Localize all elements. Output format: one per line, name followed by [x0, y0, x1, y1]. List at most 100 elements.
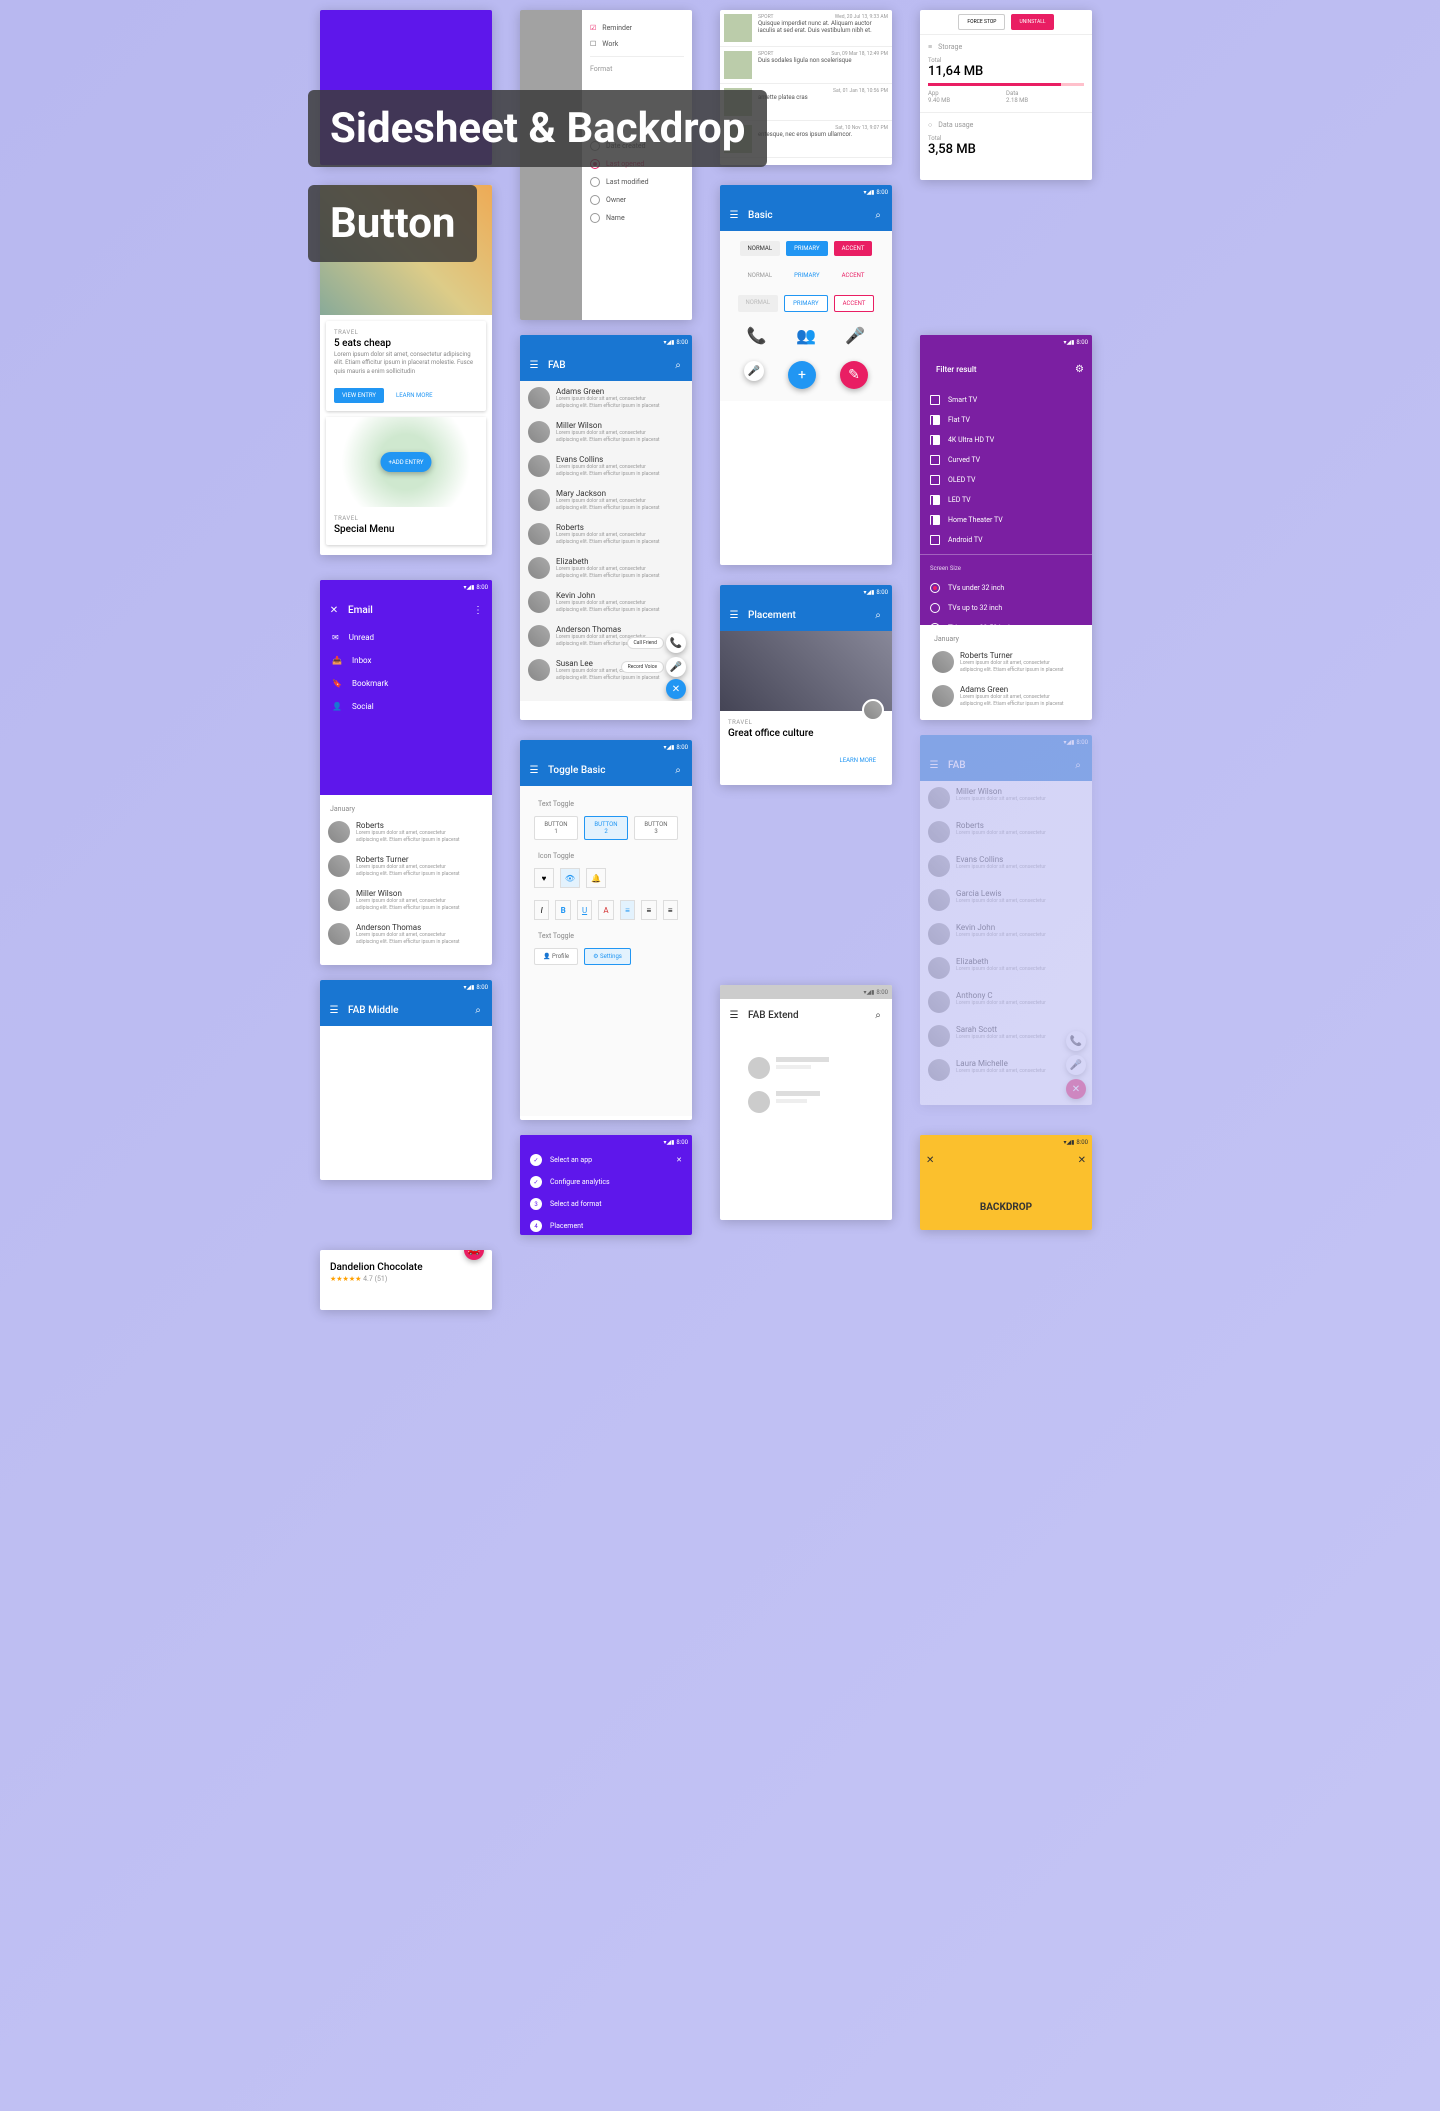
bell-icon[interactable]: 🔔 [586, 868, 606, 888]
contact-item[interactable]: Adams GreenLorem ipsum dolor sit amet, c… [520, 381, 692, 415]
contact-item[interactable]: Kevin JohnLorem ipsum dolor sit amet, co… [520, 585, 692, 619]
primary-outline[interactable]: PRIMARY [784, 295, 827, 312]
filter-tv-item[interactable]: Android TV [920, 530, 1092, 550]
button1[interactable]: BUTTON 1 [534, 816, 578, 840]
contact-item[interactable]: Miller WilsonLorem ipsum dolor sit amet,… [920, 781, 1092, 815]
contact-list[interactable]: Adams GreenLorem ipsum dolor sit amet, c… [520, 381, 692, 701]
nav-inbox[interactable]: 📥 Inbox [320, 649, 492, 672]
more-icon[interactable]: ⋮ [472, 604, 484, 616]
close-icon[interactable]: ✕ [328, 604, 340, 616]
align-left-icon[interactable]: ≡ [620, 900, 635, 920]
call-fab2[interactable]: 📞 [1066, 1031, 1086, 1051]
sort-last-modified[interactable]: Last modified [590, 173, 684, 191]
heart-icon[interactable]: ♥ [534, 868, 554, 888]
primary-btn[interactable]: PRIMARY [786, 241, 827, 256]
step-4[interactable]: 4 Placement [520, 1215, 692, 1235]
accent-outline[interactable]: ACCENT [834, 295, 875, 312]
learn-more-button[interactable]: LEARN MORE [388, 388, 441, 403]
item-work[interactable]: ☐ Work [590, 36, 684, 52]
learn-more-btn[interactable]: LEARN MORE [832, 753, 885, 768]
settings-button[interactable]: ⚙ Settings [584, 948, 631, 965]
bold-icon[interactable]: B [555, 900, 570, 920]
contact-item[interactable]: Miller WilsonLorem ipsum dolor sit amet,… [320, 883, 492, 917]
filter-tv-item[interactable]: Curved TV [920, 450, 1092, 470]
people-icon[interactable]: 👥 [796, 326, 816, 345]
fab-mic[interactable]: 🎤 [744, 361, 764, 381]
accent-text[interactable]: ACCENT [834, 268, 873, 283]
menu-icon[interactable]: ☰ [728, 609, 740, 621]
nav-unread[interactable]: ✉ Unread [320, 626, 492, 649]
search-icon[interactable]: ⌕ [872, 209, 884, 221]
contact-item[interactable]: ElizabethLorem ipsum dolor sit amet, con… [520, 551, 692, 585]
search-icon[interactable]: ⌕ [872, 1009, 884, 1021]
button3[interactable]: BUTTON 3 [634, 816, 678, 840]
search-icon[interactable]: ⌕ [672, 359, 684, 371]
step-3[interactable]: 3 Select ad format [520, 1193, 692, 1215]
align-center-icon[interactable]: ≡ [641, 900, 656, 920]
contact-item[interactable]: Adams GreenLorem ipsum dolor sit amet, c… [924, 679, 1088, 713]
phone-missed-icon[interactable]: 📞 [747, 326, 767, 345]
contact-item[interactable]: Evans CollinsLorem ipsum dolor sit amet,… [920, 849, 1092, 883]
close-fab[interactable]: ✕ [666, 679, 686, 699]
filter-size-item[interactable]: TVs up to 32 inch [920, 598, 1092, 618]
tune-icon[interactable]: ⚙ [1075, 364, 1084, 375]
filter-tv-item[interactable]: OLED TV [920, 470, 1092, 490]
menu-icon[interactable]: ☰ [728, 1009, 740, 1021]
contact-item[interactable]: Laura MichelleLorem ipsum dolor sit amet… [920, 1053, 1092, 1087]
align-right-icon[interactable]: ≡ [663, 900, 678, 920]
filter-tv-item[interactable]: Flat TV [920, 410, 1092, 430]
italic-icon[interactable]: I [534, 900, 549, 920]
force-stop-btn[interactable]: FORCE STOP [958, 14, 1005, 30]
menu-icon[interactable]: ☰ [528, 764, 540, 776]
step-2[interactable]: ✓ Configure analytics [520, 1171, 692, 1193]
contact-item[interactable]: Evans CollinsLorem ipsum dolor sit amet,… [520, 449, 692, 483]
filter-tv-item[interactable]: Smart TV [920, 390, 1092, 410]
close-fab2[interactable]: ✕ [1066, 1079, 1086, 1099]
search-icon[interactable]: ⌕ [1072, 759, 1084, 771]
normal-text[interactable]: NORMAL [740, 268, 781, 283]
contact-item[interactable]: Garcia LewisLorem ipsum dolor sit amet, … [920, 883, 1092, 917]
filter-tv-item[interactable]: 4K Ultra HD TV [920, 430, 1092, 450]
search-icon[interactable]: ⌕ [472, 1004, 484, 1016]
menu-icon[interactable]: ☰ [328, 1004, 340, 1016]
mic-icon[interactable]: 🎤 [845, 326, 865, 345]
profile-button[interactable]: 👤 Profile [534, 948, 578, 965]
record-fab[interactable]: 🎤 [666, 657, 686, 677]
contact-item[interactable]: Roberts TurnerLorem ipsum dolor sit amet… [320, 849, 492, 883]
primary-text[interactable]: PRIMARY [786, 268, 827, 283]
add-entry-button[interactable]: + ADD ENTRY [380, 452, 431, 472]
contact-item[interactable]: Anderson ThomasLorem ipsum dolor sit ame… [520, 619, 692, 653]
search-icon[interactable]: ⌕ [672, 764, 684, 776]
close-icon[interactable]: ✕ [926, 1155, 934, 1166]
filter-tv-item[interactable]: LED TV [920, 490, 1092, 510]
news-item[interactable]: SPORTSun, 09 Mar 18, 12:49 PM Duis sodal… [720, 47, 892, 84]
menu-icon[interactable]: ☰ [528, 359, 540, 371]
fab-add[interactable]: + [788, 361, 816, 389]
filter-tv-item[interactable]: Home Theater TV [920, 510, 1092, 530]
contact-item[interactable]: RobertsLorem ipsum dolor sit amet, conse… [520, 517, 692, 551]
fab-edit[interactable]: ✎ [840, 361, 868, 389]
nav-social[interactable]: 👤 Social [320, 695, 492, 718]
close-icon2[interactable]: ✕ [1078, 1155, 1086, 1166]
author-avatar[interactable] [862, 699, 884, 721]
menu-icon[interactable]: ☰ [928, 759, 940, 771]
contact-item[interactable]: ElizabethLorem ipsum dolor sit amet, con… [920, 951, 1092, 985]
mic-fab2[interactable]: 🎤 [1066, 1055, 1086, 1075]
normal-btn[interactable]: NORMAL [740, 241, 781, 256]
nav-bookmark[interactable]: 🔖 Bookmark [320, 672, 492, 695]
contact-item[interactable]: Kevin JohnLorem ipsum dolor sit amet, co… [920, 917, 1092, 951]
news-item[interactable]: SPORTWed, 20 Jul 13, 9:33 AM Quisque imp… [720, 10, 892, 47]
contact-item[interactable]: Miller WilsonLorem ipsum dolor sit amet,… [520, 415, 692, 449]
text-color-icon[interactable]: A [598, 900, 613, 920]
button2[interactable]: BUTTON 2 [584, 816, 628, 840]
contact-item[interactable]: Anthony CLorem ipsum dolor sit amet, con… [920, 985, 1092, 1019]
accent-btn[interactable]: ACCENT [834, 241, 873, 256]
contact-item[interactable]: RobertsLorem ipsum dolor sit amet, conse… [320, 815, 492, 849]
search-icon[interactable]: ⌕ [872, 609, 884, 621]
step-1[interactable]: ✓ Select an app✕ [520, 1149, 692, 1171]
eye-icon[interactable]: 👁 [560, 868, 580, 888]
sort-name[interactable]: Name [590, 209, 684, 227]
uninstall-btn[interactable]: UNINSTALL [1011, 14, 1053, 30]
sort-owner[interactable]: Owner [590, 191, 684, 209]
contact-item[interactable]: Roberts TurnerLorem ipsum dolor sit amet… [924, 645, 1088, 679]
